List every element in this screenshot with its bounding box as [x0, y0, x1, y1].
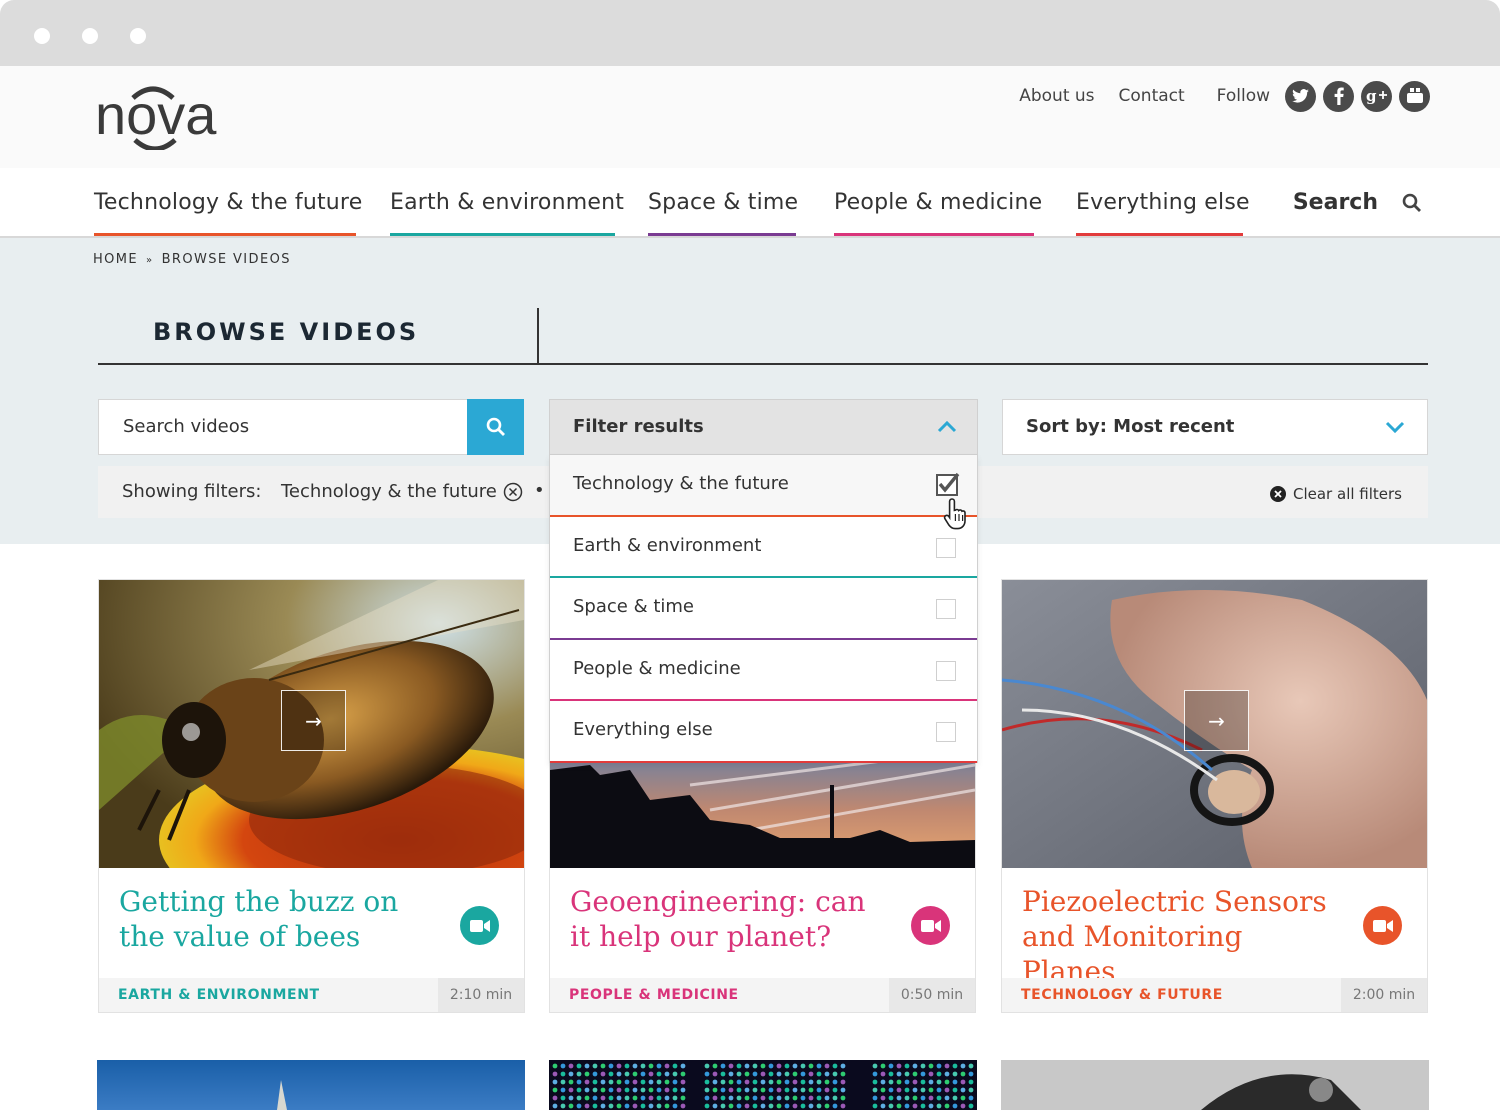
- video-card-bees[interactable]: → Getting the buzz on the value of bees …: [98, 579, 525, 1013]
- filter-option-label: Space & time: [573, 596, 694, 617]
- video-category[interactable]: EARTH & ENVIRONMENT: [118, 987, 320, 1003]
- window-dot-close[interactable]: [34, 28, 50, 44]
- video-title[interactable]: Getting the buzz on the value of bees: [119, 884, 439, 954]
- video-card-footer: PEOPLE & MEDICINE 0:50 min: [550, 978, 975, 1012]
- checkbox[interactable]: [936, 660, 956, 681]
- clear-icon: [1270, 486, 1286, 502]
- title-underline: [98, 363, 1428, 365]
- youtube-icon[interactable]: [1399, 80, 1430, 112]
- filter-option-technology[interactable]: Technology & the future: [550, 455, 977, 517]
- video-thumbnail-machine-partial[interactable]: [1001, 1060, 1429, 1110]
- filter-option-everything-else[interactable]: Everything else: [550, 701, 977, 763]
- video-title[interactable]: Geoengineering: can it help our planet?: [570, 884, 890, 954]
- search-submit-button[interactable]: [467, 399, 524, 455]
- svg-text:g: g: [1366, 88, 1377, 104]
- filter-options-list: Technology & the future Earth & environm…: [549, 455, 978, 763]
- filter-option-label: Technology & the future: [573, 473, 789, 494]
- video-category[interactable]: TECHNOLOGY & FUTURE: [1021, 987, 1223, 1003]
- sort-label: Sort by: Most recent: [1026, 416, 1235, 437]
- browser-chrome: [0, 0, 1500, 66]
- active-filter-chip[interactable]: Technology & the future: [281, 481, 523, 502]
- chevron-down-icon: [1385, 421, 1405, 434]
- showing-filters-label: Showing filters:: [122, 481, 262, 502]
- site-header: nova About us Contact Follow g: [0, 66, 1500, 168]
- breadcrumb-separator: »: [146, 255, 154, 266]
- filter-results-label: Filter results: [573, 416, 704, 437]
- checkbox[interactable]: [936, 722, 956, 742]
- sort-dropdown[interactable]: Sort by: Most recent: [1002, 399, 1428, 455]
- filter-option-people[interactable]: People & medicine: [550, 640, 977, 701]
- clear-all-filters-button[interactable]: Clear all filters: [1270, 485, 1402, 503]
- main-nav: Technology & the future Earth & environm…: [0, 168, 1500, 238]
- filter-separator: •: [534, 480, 545, 501]
- search-input[interactable]: Search videos: [123, 416, 249, 437]
- video-camera-icon: [1363, 906, 1402, 945]
- twitter-icon[interactable]: [1285, 80, 1316, 112]
- nav-search[interactable]: Search: [1293, 190, 1422, 215]
- video-card-piezoelectric[interactable]: → Piezoelectric Sensors and Monitoring P…: [1001, 579, 1428, 1013]
- chevron-up-icon: [937, 420, 957, 433]
- remove-filter-icon[interactable]: [503, 482, 523, 502]
- nav-item-earth[interactable]: Earth & environment: [390, 190, 624, 236]
- video-card-footer: TECHNOLOGY & FUTURE 2:00 min: [1002, 978, 1427, 1012]
- window-dot-maximize[interactable]: [130, 28, 146, 44]
- search-icon[interactable]: [1402, 193, 1422, 213]
- filter-option-space[interactable]: Space & time: [550, 578, 977, 640]
- search-videos-field[interactable]: Search videos: [98, 399, 524, 455]
- checkbox[interactable]: [936, 599, 956, 619]
- video-duration: 0:50 min: [889, 978, 975, 1012]
- svg-text:nova: nova: [95, 84, 217, 146]
- clear-all-filters-label: Clear all filters: [1293, 485, 1402, 503]
- google-plus-icon[interactable]: g: [1361, 80, 1392, 112]
- video-thumbnail-sky-partial[interactable]: [97, 1060, 525, 1110]
- video-thumbnail-lights-partial[interactable]: [549, 1060, 977, 1110]
- filter-option-label: Earth & environment: [573, 534, 762, 556]
- window-dot-minimize[interactable]: [82, 28, 98, 44]
- title-divider: [537, 308, 539, 364]
- nav-item-people[interactable]: People & medicine: [834, 190, 1042, 236]
- hand-cursor-icon: [943, 498, 966, 530]
- breadcrumb-home[interactable]: HOME: [93, 252, 138, 267]
- filter-option-label: People & medicine: [573, 657, 741, 679]
- nav-item-space[interactable]: Space & time: [648, 190, 798, 236]
- video-camera-icon: [911, 906, 950, 945]
- about-us-link[interactable]: About us: [1019, 86, 1094, 106]
- checkbox-checked-icon[interactable]: [934, 472, 960, 498]
- play-arrow-icon[interactable]: →: [281, 690, 346, 751]
- video-card-footer: EARTH & ENVIRONMENT 2:10 min: [99, 978, 524, 1012]
- filter-results-dropdown[interactable]: Filter results: [549, 399, 978, 455]
- breadcrumb-current: BROWSE VIDEOS: [161, 252, 291, 267]
- video-thumbnail-sensor[interactable]: →: [1002, 580, 1427, 868]
- active-filter-label: Technology & the future: [281, 481, 497, 502]
- nav-search-label: Search: [1292, 190, 1378, 215]
- nav-item-everything-else[interactable]: Everything else: [1076, 190, 1250, 236]
- play-arrow-icon[interactable]: →: [1184, 690, 1249, 751]
- checkbox[interactable]: [936, 537, 956, 558]
- video-duration: 2:10 min: [438, 978, 524, 1012]
- video-category[interactable]: PEOPLE & MEDICINE: [569, 987, 739, 1003]
- nav-item-technology[interactable]: Technology & the future: [94, 190, 362, 236]
- nova-logo[interactable]: nova: [95, 84, 245, 150]
- filter-option-label: Everything else: [573, 719, 713, 740]
- search-icon: [486, 417, 505, 436]
- breadcrumb: HOME » BROWSE VIDEOS: [93, 252, 291, 267]
- contact-link[interactable]: Contact: [1119, 86, 1185, 106]
- video-title[interactable]: Piezoelectric Sensors and Monitoring Pla…: [1022, 884, 1342, 989]
- video-thumbnail-bee[interactable]: →: [99, 580, 524, 868]
- follow-label: Follow: [1216, 86, 1270, 106]
- page-title: BROWSE VIDEOS: [153, 318, 420, 346]
- top-links: About us Contact Follow g: [995, 80, 1430, 112]
- video-camera-icon: [460, 906, 499, 945]
- video-duration: 2:00 min: [1341, 978, 1427, 1012]
- facebook-icon[interactable]: [1323, 80, 1354, 112]
- filter-option-earth[interactable]: Earth & environment: [550, 517, 977, 578]
